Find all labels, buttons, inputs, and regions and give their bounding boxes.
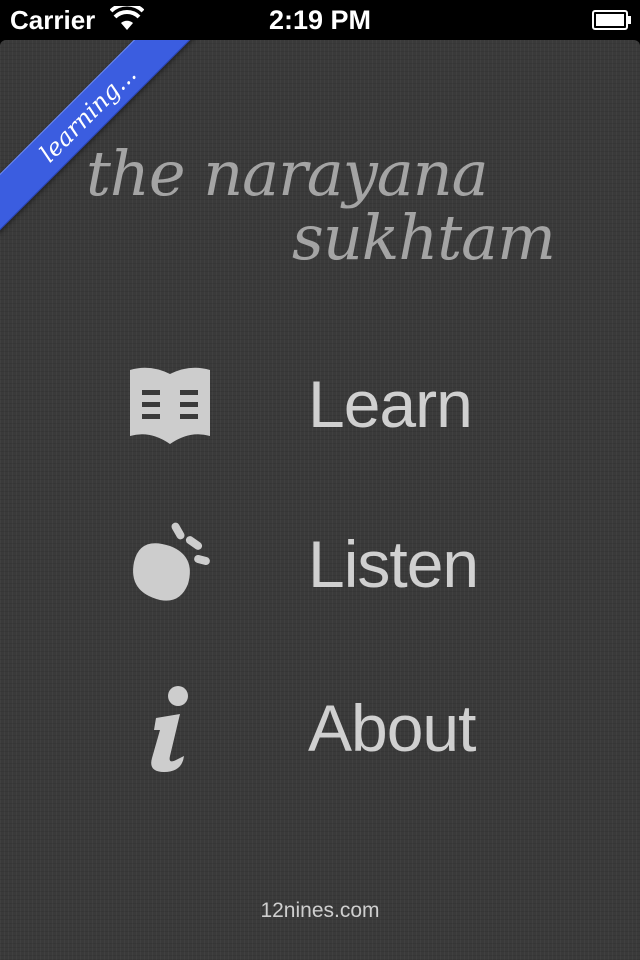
- learn-label: Learn: [308, 367, 473, 441]
- book-icon: [130, 367, 210, 444]
- app-title: the narayana sukhtam: [86, 138, 606, 274]
- status-time: 2:19 PM: [268, 5, 372, 35]
- menu-item-listen[interactable]: Listen: [0, 504, 640, 624]
- main-screen: learning... the narayana sukhtam Learn L…: [0, 40, 640, 960]
- sound-icon: [133, 522, 210, 601]
- info-icon: [151, 686, 188, 772]
- status-bar: Carrier 2:19 PM: [0, 0, 640, 40]
- listen-label: Listen: [308, 527, 479, 601]
- battery-icon: [592, 10, 631, 30]
- menu-item-learn[interactable]: Learn: [0, 344, 640, 464]
- footer-link[interactable]: 12nines.com: [0, 896, 640, 926]
- title-line-2: sukhtam: [292, 201, 556, 274]
- about-label: About: [308, 691, 476, 765]
- menu-item-about[interactable]: About: [0, 668, 640, 788]
- title-line-1: the narayana: [86, 137, 489, 210]
